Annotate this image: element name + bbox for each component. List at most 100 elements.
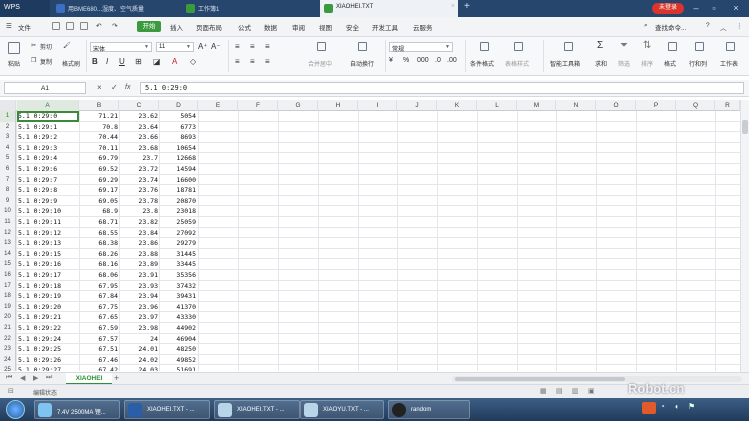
row-header[interactable]: 11 xyxy=(0,217,16,228)
table-style-button[interactable]: 表格样式 xyxy=(505,59,529,68)
volume-icon[interactable]: ◖ xyxy=(674,402,679,411)
first-sheet-icon[interactable]: ⏮ xyxy=(6,374,12,382)
worksheet-button[interactable]: 工作表 xyxy=(720,59,738,68)
row-header[interactable]: 3 xyxy=(0,132,16,143)
column-header-f[interactable]: F xyxy=(239,100,278,111)
column-header-l[interactable]: L xyxy=(478,100,517,111)
row-header[interactable]: 21 xyxy=(0,323,16,334)
cell-d[interactable]: 14594 xyxy=(160,164,196,175)
font-color-icon[interactable]: A xyxy=(172,57,177,66)
cell-d[interactable]: 16600 xyxy=(160,175,196,186)
cell-d[interactable]: 43330 xyxy=(160,312,196,323)
vertical-scroll-thumb[interactable] xyxy=(742,120,748,134)
taskbar-item-xiaohei-notepad[interactable]: XIAOHEI.TXT - ... xyxy=(214,400,300,419)
paste-icon[interactable] xyxy=(8,42,20,54)
column-header-g[interactable]: G xyxy=(279,100,318,111)
cell-a[interactable]: 5.1 0:29:25 xyxy=(18,344,78,355)
cell-a[interactable]: 5.1 0:29:12 xyxy=(18,228,78,239)
help-icon[interactable]: ? xyxy=(706,22,710,29)
copy-button[interactable]: 复制 xyxy=(40,57,52,66)
print-icon[interactable] xyxy=(66,22,74,30)
cell-a[interactable]: 5.1 0:29:1 xyxy=(18,122,78,133)
login-button[interactable]: 未登录 xyxy=(652,3,684,14)
cell-a[interactable]: 5.1 0:29:20 xyxy=(18,302,78,313)
column-header-n[interactable]: N xyxy=(557,100,596,111)
formula-input[interactable]: 5.1 0:29:0 xyxy=(140,82,744,94)
taskbar-item-battery[interactable]: 7.4V 2500MA 锂... xyxy=(34,400,120,419)
menu-page-layout[interactable]: 页面布局 xyxy=(196,22,222,32)
align-top-icon[interactable]: ≡ xyxy=(235,42,240,51)
column-header-c[interactable]: C xyxy=(120,100,159,111)
filter-button[interactable]: 筛选 xyxy=(618,59,630,68)
align-bottom-icon[interactable]: ≡ xyxy=(265,42,270,51)
column-header-j[interactable]: J xyxy=(398,100,437,111)
cell-d[interactable]: 35356 xyxy=(160,270,196,281)
cell-b[interactable]: 70.44 xyxy=(80,132,118,143)
cell-b[interactable]: 69.17 xyxy=(80,185,118,196)
row-header[interactable]: 4 xyxy=(0,142,16,154)
column-header-q[interactable]: Q xyxy=(677,100,715,111)
cell-c[interactable]: 23.64 xyxy=(120,122,158,133)
cell-a[interactable]: 5.1 0:29:8 xyxy=(18,185,78,196)
taskbar-item-xiaoyu[interactable]: XIAOYU.TXT - ... xyxy=(300,400,384,419)
italic-icon[interactable]: I xyxy=(106,57,108,66)
cell-a[interactable]: 5.1 0:29:2 xyxy=(18,132,78,143)
search-icon[interactable]: ⌕ xyxy=(644,22,648,30)
cell-d[interactable]: 18781 xyxy=(160,185,196,196)
row-header[interactable]: 6 xyxy=(0,164,16,175)
column-header-b[interactable]: B xyxy=(80,100,119,111)
align-left-icon[interactable]: ≡ xyxy=(235,57,240,66)
cell-c[interactable]: 23.93 xyxy=(120,281,158,292)
row-header[interactable]: 15 xyxy=(0,259,16,270)
reading-view-icon[interactable]: ▣ xyxy=(588,387,595,395)
row-header[interactable]: 23 xyxy=(0,344,16,355)
column-header-e[interactable]: E xyxy=(199,100,238,111)
column-header-i[interactable]: I xyxy=(359,100,397,111)
cell-d[interactable]: 37432 xyxy=(160,281,196,292)
cell-c[interactable]: 24.01 xyxy=(120,344,158,355)
menu-review[interactable]: 审阅 xyxy=(292,22,305,32)
taskbar-item-random[interactable]: random xyxy=(388,400,470,419)
row-header[interactable]: 17 xyxy=(0,280,16,292)
conditional-format-button[interactable]: 条件格式 xyxy=(470,59,494,68)
fill-color-icon[interactable]: ◪ xyxy=(153,57,161,66)
cell-c[interactable]: 23.68 xyxy=(120,143,158,154)
column-header-h[interactable]: H xyxy=(319,100,358,111)
menu-icon[interactable]: ☰ xyxy=(6,22,12,30)
cell-a[interactable]: 5.1 0:29:27 xyxy=(18,365,78,371)
select-all-corner[interactable] xyxy=(0,100,16,111)
number-format-select[interactable]: 常规 ▼ xyxy=(389,42,453,53)
format-button[interactable]: 格式 xyxy=(664,59,676,68)
name-box[interactable]: A1 xyxy=(4,82,86,94)
row-header[interactable]: 10 xyxy=(0,206,16,217)
row-header[interactable]: 25 xyxy=(0,365,16,371)
cell-b[interactable]: 68.16 xyxy=(80,259,118,270)
format-painter-button[interactable]: 格式刷 xyxy=(62,59,80,68)
shrink-font-icon[interactable]: A⁻ xyxy=(211,42,221,51)
cell-b[interactable]: 67.65 xyxy=(80,312,118,323)
rows-columns-button[interactable]: 行和列 xyxy=(689,59,707,68)
row-header[interactable]: 20 xyxy=(0,312,16,323)
underline-icon[interactable]: U xyxy=(119,57,125,66)
cell-c[interactable]: 23.88 xyxy=(120,249,158,260)
sort-button[interactable]: 排序 xyxy=(641,59,653,68)
cell-d[interactable]: 25059 xyxy=(160,217,196,228)
menu-view[interactable]: 视图 xyxy=(319,22,332,32)
cell-c[interactable]: 23.86 xyxy=(120,238,158,249)
menu-data[interactable]: 数据 xyxy=(264,22,277,32)
cell-a[interactable]: 5.1 0:29:15 xyxy=(18,249,78,260)
cell-b[interactable]: 71.21 xyxy=(80,111,118,122)
cell-c[interactable]: 23.96 xyxy=(120,302,158,313)
cell-c[interactable]: 24.02 xyxy=(120,355,158,366)
cell-c[interactable]: 23.62 xyxy=(120,111,158,122)
cell-c[interactable]: 23.78 xyxy=(120,196,158,207)
last-sheet-icon[interactable]: ⏭ xyxy=(46,374,52,382)
page-break-view-icon[interactable]: ▥ xyxy=(572,387,579,395)
cell-c[interactable]: 23.76 xyxy=(120,185,158,196)
cell-b[interactable]: 67.57 xyxy=(80,334,118,345)
cell-a[interactable]: 5.1 0:29:7 xyxy=(18,175,78,186)
cell-d[interactable]: 48250 xyxy=(160,344,196,355)
wrap-icon[interactable] xyxy=(358,42,367,51)
column-header-k[interactable]: K xyxy=(438,100,477,111)
network-icon[interactable]: ◔ xyxy=(660,402,665,411)
